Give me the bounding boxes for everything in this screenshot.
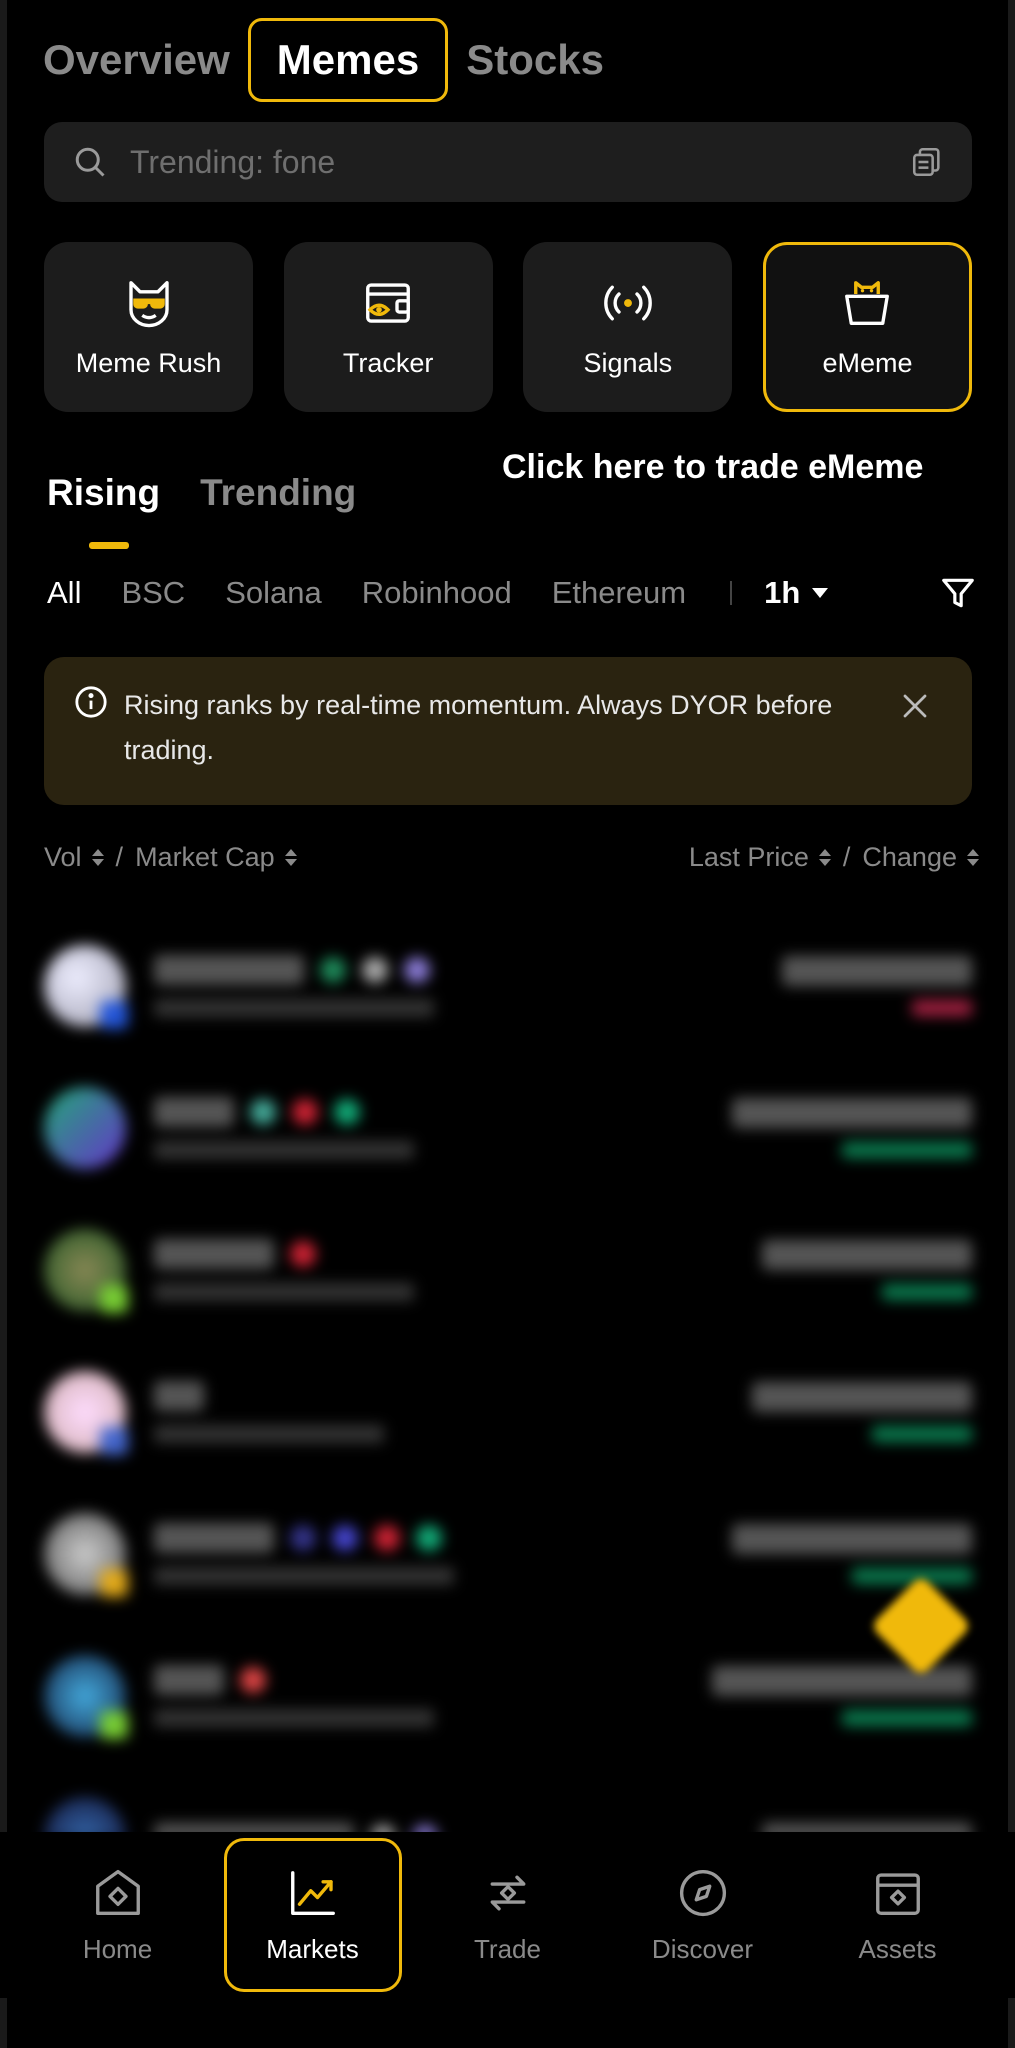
chain-solana[interactable]: Solana — [225, 575, 322, 611]
app-screen: Overview Memes Stocks Meme Rush — [7, 0, 1008, 2048]
token-list — [44, 915, 972, 1840]
sort-vol[interactable]: Vol — [44, 842, 82, 873]
info-icon — [75, 686, 107, 718]
nav-home-label: Home — [82, 1933, 153, 1964]
sort-arrows-icon — [284, 849, 297, 866]
column-divider: / — [115, 842, 124, 872]
list-item[interactable] — [44, 915, 972, 1057]
nav-markets-label: Markets — [266, 1933, 359, 1964]
compass-icon — [679, 1869, 726, 1916]
avatar — [44, 1229, 128, 1313]
chain-all[interactable]: All — [47, 575, 81, 611]
tab-memes[interactable]: Memes — [247, 18, 449, 102]
sort-arrows-icon — [818, 849, 831, 866]
list-item[interactable] — [44, 1341, 972, 1483]
nav-discover-label: Discover — [651, 1933, 754, 1964]
list-item[interactable] — [44, 1767, 972, 1840]
nav-trade[interactable]: Trade — [419, 1838, 597, 1992]
meme-rush-button[interactable]: Meme Rush — [44, 242, 253, 412]
close-icon[interactable] — [900, 691, 930, 721]
bottom-navigation: Home Markets Trade Discover Assets — [0, 1832, 1015, 1998]
active-tab-indicator — [89, 542, 129, 549]
search-bar[interactable] — [44, 122, 972, 202]
ememe-button[interactable]: eMeme — [762, 242, 972, 412]
timeframe-value: 1h — [764, 575, 801, 610]
wallet-eye-icon — [366, 282, 411, 323]
list-item[interactable] — [44, 1057, 972, 1199]
tab-overview[interactable]: Overview — [43, 18, 240, 102]
top-tabs: Overview Memes Stocks — [43, 18, 614, 102]
list-item[interactable] — [44, 1625, 972, 1767]
shortcut-cards: Meme Rush Tracker Signals eMeme — [44, 242, 972, 412]
search-input[interactable] — [130, 143, 900, 181]
list-item[interactable] — [44, 1199, 972, 1341]
wallet-icon — [875, 1872, 920, 1915]
trade-swap-icon — [490, 1875, 525, 1910]
nav-discover[interactable]: Discover — [614, 1838, 792, 1992]
nav-markets[interactable]: Markets — [223, 1838, 402, 1992]
cat-sunglasses-icon — [128, 280, 169, 327]
info-notice: Rising ranks by real-time momentum. Alwa… — [44, 657, 972, 805]
avatar — [44, 1513, 128, 1597]
avatar — [44, 1371, 128, 1455]
timeframe-select[interactable]: 1h — [764, 575, 829, 611]
screen-edge-left — [0, 0, 7, 2048]
filter-icon[interactable] — [939, 574, 977, 612]
sort-arrows-icon — [967, 849, 979, 866]
ememe-hint-text: Click here to trade eMeme — [502, 448, 924, 486]
markets-chart-icon — [290, 1870, 335, 1915]
nav-trade-label: Trade — [474, 1933, 541, 1964]
divider — [730, 581, 733, 605]
sort-arrows-icon — [91, 849, 104, 866]
nav-home[interactable]: Home — [29, 1838, 207, 1992]
nav-assets[interactable]: Assets — [809, 1838, 987, 1992]
signals-label: Signals — [583, 347, 673, 378]
tab-rising[interactable]: Rising — [47, 472, 160, 514]
sort-change[interactable]: Change — [862, 842, 957, 873]
meme-rush-label: Meme Rush — [75, 347, 222, 378]
list-column-headers: Vol / Market Cap Last Price / Change — [44, 842, 979, 873]
search-icon — [75, 147, 105, 177]
notice-text: Rising ranks by real-time momentum. Alwa… — [124, 690, 833, 765]
caret-down-icon — [812, 588, 829, 598]
tab-trending[interactable]: Trending — [200, 472, 356, 514]
copy-icon[interactable] — [910, 145, 944, 179]
ememe-cat-icon — [845, 280, 890, 325]
broadcast-icon — [604, 285, 652, 320]
list-item[interactable] — [44, 1483, 972, 1625]
sort-last-price[interactable]: Last Price — [689, 842, 809, 873]
column-divider: / — [842, 842, 851, 872]
home-icon — [95, 1869, 140, 1915]
rank-tabs: Rising Trending — [47, 472, 356, 514]
avatar — [44, 1087, 126, 1169]
nav-assets-label: Assets — [858, 1933, 937, 1964]
signals-button[interactable]: Signals — [523, 242, 733, 412]
screen-edge-right — [1008, 0, 1015, 2048]
sort-market-cap[interactable]: Market Cap — [135, 842, 275, 873]
avatar — [44, 1655, 128, 1739]
ememe-label: eMeme — [822, 347, 913, 378]
tracker-button[interactable]: Tracker — [283, 242, 493, 412]
tab-stocks[interactable]: Stocks — [456, 18, 614, 102]
chain-ethereum[interactable]: Ethereum — [552, 575, 686, 611]
avatar — [44, 945, 128, 1029]
tracker-label: Tracker — [342, 347, 434, 378]
chain-bsc[interactable]: BSC — [121, 575, 185, 611]
chain-filter-bar: All BSC Solana Robinhood Ethereum 1h — [47, 570, 977, 616]
chain-robinhood[interactable]: Robinhood — [362, 575, 512, 611]
